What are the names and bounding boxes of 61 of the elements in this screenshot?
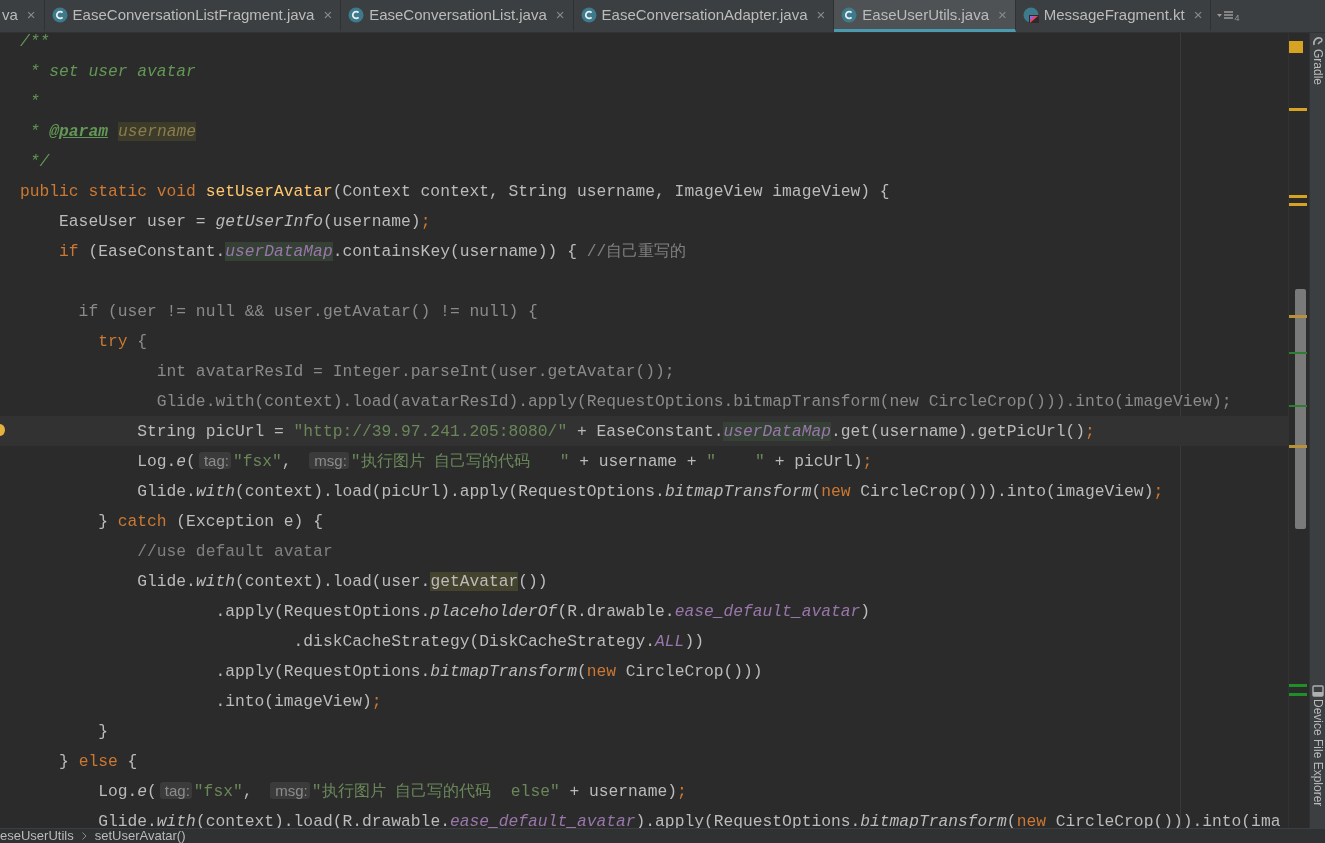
close-tab-button[interactable]: × bbox=[1193, 6, 1203, 23]
class-file-icon bbox=[841, 6, 858, 23]
code-line: String picUrl = "http://39.97.241.205:8080/" + EaseConstant.userDataMap.get(username).getPicUrl(); bbox=[136, 421, 1095, 441]
editor-tab[interactable]: EaseConversationList.java × bbox=[341, 0, 574, 32]
marker-stripe[interactable] bbox=[1289, 352, 1307, 354]
tool-window-button[interactable]: Device File Explorer bbox=[1311, 685, 1325, 807]
code-line: Log.e( tag: "fsx", msg: "执行图片 自己写的代码 " + username + " " + picUrl); bbox=[136, 451, 873, 472]
code-line: if (user != null && user.getAvatar() != null) { bbox=[77, 301, 538, 321]
breadcrumb[interactable]: eseUserUtils bbox=[0, 829, 74, 843]
code-line: } else { bbox=[58, 751, 138, 771]
editor-tab[interactable]: MessageFragment.kt × bbox=[1015, 0, 1212, 32]
close-tab-button[interactable]: × bbox=[323, 6, 333, 23]
marker-stripe[interactable] bbox=[1289, 108, 1307, 111]
code-line: try { bbox=[97, 331, 148, 351]
code-line: * @param username bbox=[28, 121, 197, 141]
class-file-icon bbox=[580, 6, 597, 23]
close-tab-button[interactable]: × bbox=[26, 6, 36, 23]
chevron-icon bbox=[81, 832, 87, 840]
code-line: public static void setUserAvatar(Context context, String username, ImageView imageView) { bbox=[20, 181, 890, 201]
code-line: Log.e( tag: "fsx", msg: "执行图片 自己写的代码 else" + username); bbox=[97, 781, 687, 802]
marker-stripe[interactable] bbox=[1289, 195, 1307, 198]
code-line: Glide.with(context).load(R.drawable.ease_default_avatar).apply(RequestOptions.bitmapTransform(new CircleCrop())).into(ima bbox=[97, 811, 1281, 828]
kotlin-file-icon bbox=[1022, 6, 1039, 23]
class-file-icon bbox=[51, 6, 68, 23]
marker-stripe[interactable] bbox=[1289, 315, 1307, 318]
marker-stripe[interactable] bbox=[1289, 41, 1303, 53]
list-menu-icon bbox=[1217, 10, 1234, 22]
hook-icon bbox=[1312, 35, 1324, 47]
code-line: Glide.with(context).load(user.getAvatar()) bbox=[136, 571, 548, 591]
editor-tab[interactable]: va × bbox=[0, 0, 45, 32]
code-line: if (EaseConstant.userDataMap.containsKey(username)) { //自己重写的 bbox=[58, 241, 687, 262]
code-line: * set user avatar bbox=[28, 61, 196, 81]
marker-stripe[interactable] bbox=[1289, 203, 1307, 206]
code-line: int avatarResId = Integer.parseInt(user.getAvatar()); bbox=[155, 361, 675, 381]
tool-window-button[interactable]: Gradle bbox=[1311, 35, 1325, 86]
code-line: EaseUser user = getUserInfo(username); bbox=[58, 211, 431, 231]
editor-tab[interactable]: EaseUserUtils.java × bbox=[834, 0, 1016, 32]
editor-tab[interactable]: EaseConversationListFragment.java × bbox=[44, 0, 342, 32]
code-line: Glide.with(context).load(picUrl).apply(RequestOptions.bitmapTransform(new CircleCrop())).into(imageView); bbox=[136, 481, 1164, 501]
tab-overflow-button[interactable]: 4 bbox=[1211, 0, 1246, 32]
scrollbar-thumb[interactable] bbox=[1295, 289, 1306, 529]
code-line: */ bbox=[28, 151, 50, 171]
close-tab-button[interactable]: × bbox=[816, 6, 826, 23]
code-line: * bbox=[28, 91, 40, 111]
code-line: /** bbox=[20, 33, 50, 51]
class-file-icon bbox=[348, 6, 365, 23]
code-line: //use default avatar bbox=[136, 541, 333, 561]
breadcrumb[interactable]: setUserAvatar() bbox=[94, 829, 186, 843]
code-line: .into(imageView); bbox=[214, 691, 382, 711]
code-line: .diskCacheStrategy(DiskCacheStrategy.ALL)) bbox=[292, 631, 704, 651]
marker-stripe[interactable] bbox=[1289, 684, 1307, 687]
marker-stripe[interactable] bbox=[1289, 445, 1307, 448]
code-line: .apply(RequestOptions.placeholderOf(R.drawable.ease_default_avatar) bbox=[214, 601, 871, 621]
code-line: .apply(RequestOptions.bitmapTransform(new CircleCrop())) bbox=[214, 661, 763, 681]
close-tab-button[interactable]: × bbox=[555, 6, 565, 23]
marker-stripe[interactable] bbox=[1289, 693, 1307, 696]
code-line: Glide.with(context).load(avatarResId).apply(RequestOptions.bitmapTransform(new CircleCrop())).into(imageView); bbox=[155, 391, 1232, 411]
panel-icon bbox=[1312, 685, 1324, 697]
marker-stripe[interactable] bbox=[1289, 405, 1307, 407]
code-line: } bbox=[97, 721, 108, 741]
code-line: } catch (Exception e) { bbox=[97, 511, 323, 531]
